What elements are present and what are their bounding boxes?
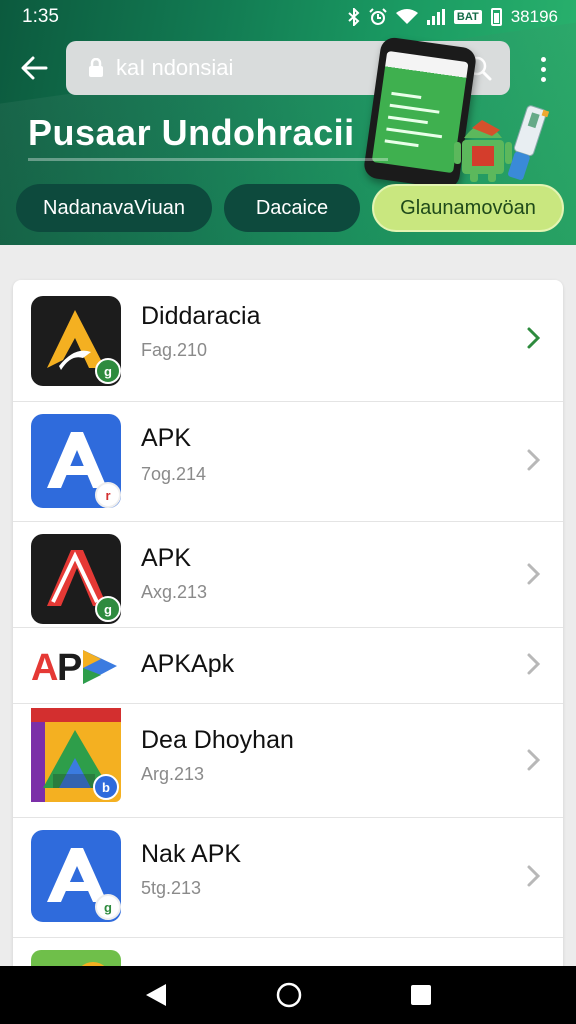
app-icon: A P [31, 644, 121, 693]
app-badge: g [95, 358, 121, 384]
nav-recents-icon[interactable] [410, 984, 432, 1006]
filter-chips: NadanavaViuan Dacaice Glaunamovöan [16, 184, 564, 232]
app-list: g Diddaracia Fag.210 r APK 7og.214 g APK… [13, 280, 563, 980]
status-battery-text: 38196 [510, 7, 558, 26]
list-item[interactable]: g Diddaracia Fag.210 [13, 280, 563, 402]
bluetooth-icon [348, 8, 360, 26]
battery-icon [490, 8, 502, 26]
chip-3[interactable]: Glaunamovöan [372, 184, 564, 232]
header: 1:35 BAT 38196 kaI ndonsiai Pusaar Undoh… [0, 0, 576, 245]
status-bar: 1:35 BAT 38196 [0, 0, 576, 34]
status-time: 1:35 [22, 6, 59, 27]
app-badge: g [95, 894, 121, 920]
chevron-right-icon [527, 327, 541, 349]
chip-2[interactable]: Dacaice [224, 184, 360, 232]
app-subtitle: 7og.214 [141, 464, 207, 484]
app-icon: g [31, 296, 121, 391]
app-name: APKApk [141, 650, 235, 678]
svg-text:P: P [57, 647, 82, 688]
list-item[interactable]: g Nak APK 5tg.213 [13, 818, 563, 938]
title-divider [28, 158, 388, 161]
app-icon: r [31, 414, 121, 513]
more-vert-icon[interactable] [528, 52, 558, 86]
app-name: APK [141, 424, 192, 452]
app-subtitle: Axg.213 [141, 582, 208, 602]
back-arrow-icon [21, 56, 48, 80]
alarm-icon [369, 8, 387, 25]
list-item[interactable]: A P APKApk [13, 628, 563, 704]
app-name: Diddaracia [141, 302, 261, 330]
chevron-right-icon [527, 563, 541, 585]
wifi-icon [395, 9, 418, 24]
chevron-right-icon [527, 653, 541, 675]
nav-back-icon[interactable] [144, 982, 168, 1008]
app-badge: b [93, 774, 119, 800]
toolbar [0, 38, 576, 98]
nav-home-icon[interactable] [275, 981, 303, 1009]
app-name: APK [141, 544, 192, 572]
svg-text:A: A [31, 647, 58, 688]
chevron-right-icon [527, 449, 541, 471]
app-badge: r [95, 482, 121, 508]
app-badge: g [95, 596, 121, 622]
battery-saver-label: BAT [453, 10, 482, 24]
list-item[interactable]: b Dea Dhoyhan Arg.213 [13, 704, 563, 818]
page-title: Pusaar Undohracii [28, 112, 355, 153]
chevron-right-icon [527, 865, 541, 887]
app-icon: g [31, 534, 121, 629]
lock-icon [89, 58, 103, 77]
app-name: Nak APK [141, 840, 242, 868]
app-subtitle: Fag.210 [141, 340, 208, 360]
chip-1[interactable]: NadanavaViuan [16, 184, 212, 232]
app-icon: b [31, 708, 121, 807]
status-icons: BAT 38196 [348, 7, 558, 27]
chevron-right-icon [527, 749, 541, 771]
signal-icon [426, 9, 445, 25]
app-subtitle: 5tg.213 [141, 878, 202, 898]
app-subtitle: Arg.213 [141, 764, 205, 784]
usb-stick-icon [508, 105, 550, 180]
system-nav-bar [0, 966, 576, 1024]
list-item[interactable]: g APK Axg.213 [13, 522, 563, 628]
app-name: Dea Dhoyhan [141, 726, 294, 754]
search-input[interactable] [116, 55, 416, 81]
app-icon: g [31, 830, 121, 927]
list-item[interactable]: r APK 7og.214 [13, 402, 563, 522]
back-button[interactable] [14, 50, 54, 86]
